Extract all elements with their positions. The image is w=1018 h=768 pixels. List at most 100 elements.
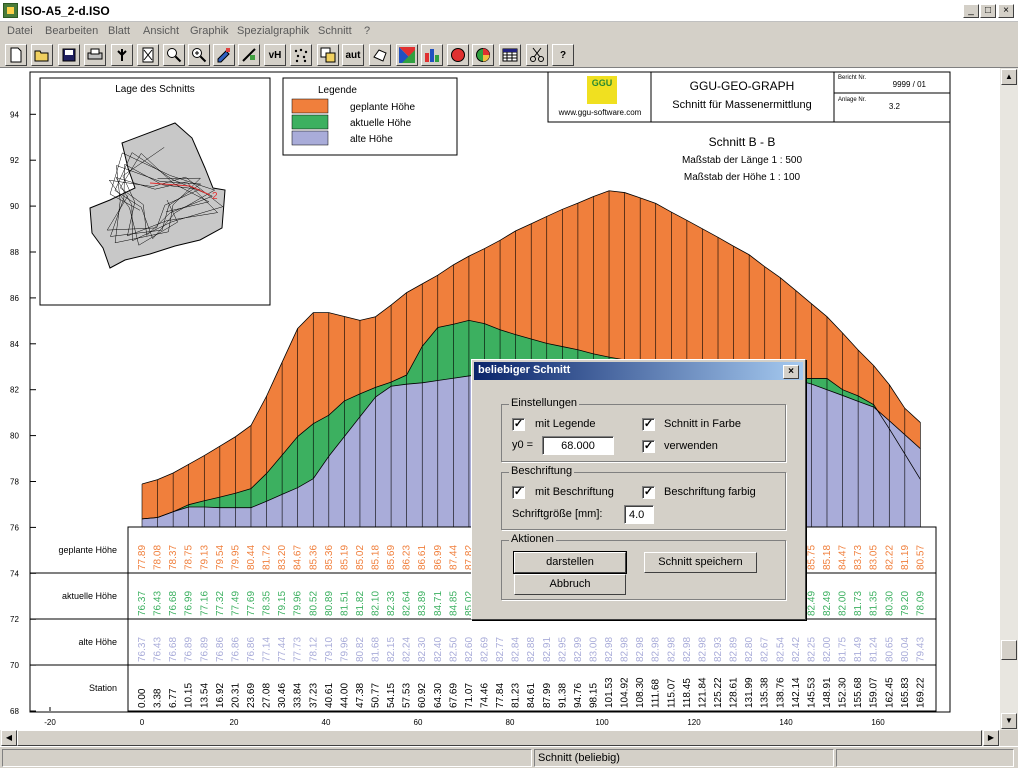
title-bar: ISO-A5_2-d.ISO _ □ × [0, 0, 1018, 22]
y0-input[interactable] [542, 436, 614, 455]
table-cell: 23.69 [246, 683, 257, 708]
x-tick-label: 140 [779, 718, 793, 727]
table-cell: 16.92 [215, 683, 226, 708]
abbruch-button[interactable]: Abbruch [514, 574, 626, 595]
horizontal-scrollbar[interactable]: ◀ ▶ [0, 730, 1000, 746]
table-cell: 82.64 [402, 591, 413, 616]
table-cell: 76.37 [137, 637, 148, 662]
mit-legende-checkbox[interactable]: ✓ [512, 418, 525, 431]
menu-bearbeiten[interactable]: Bearbeiten [45, 25, 98, 37]
bar-chart-button[interactable] [421, 44, 443, 66]
table-cell: 81.51 [339, 591, 350, 616]
scroll-left-arrow[interactable]: ◀ [1, 730, 17, 746]
row-label-station: Station [89, 683, 117, 693]
scroll-up-arrow[interactable]: ▲ [1001, 69, 1017, 85]
close-button[interactable]: × [998, 4, 1014, 18]
table-cell: 78.75 [184, 545, 195, 570]
verwenden-checkbox[interactable]: ✓ [642, 440, 655, 453]
table-cell: 78.09 [915, 591, 926, 616]
menu-datei[interactable]: Datei [7, 25, 33, 37]
table-cell: 91.38 [557, 683, 568, 708]
y0-label: y0 = [512, 439, 534, 451]
beschriftung-farbig-checkbox[interactable]: ✓ [642, 486, 655, 499]
table-cell: 101.53 [604, 677, 615, 708]
table-cell: 87.44 [448, 545, 459, 570]
menu-schnitt[interactable]: Schnitt [318, 25, 352, 37]
save-button[interactable] [58, 44, 80, 66]
schnitt-in-farbe-checkbox[interactable]: ✓ [642, 418, 655, 431]
table-cell: 82.00 [838, 591, 849, 616]
pen-button[interactable] [213, 44, 235, 66]
minimize-button[interactable]: _ [963, 4, 979, 18]
open-button[interactable] [31, 44, 53, 66]
dialog-close-button[interactable]: × [783, 365, 799, 379]
scroll-down-arrow[interactable]: ▼ [1001, 713, 1017, 729]
maximize-button[interactable]: □ [980, 4, 996, 18]
pie-button[interactable] [472, 44, 494, 66]
dialog-titlebar[interactable]: beliebiger Schnitt × [474, 362, 803, 380]
mit-beschriftung-checkbox[interactable]: ✓ [512, 486, 525, 499]
table-cell: 135.38 [760, 677, 771, 708]
table-cell: 79.96 [293, 591, 304, 616]
table-button[interactable] [499, 44, 521, 66]
status-panel-right [836, 749, 1014, 767]
shape-button[interactable] [369, 44, 391, 66]
aut-button[interactable]: aut [342, 44, 364, 66]
copy-button[interactable] [317, 44, 339, 66]
menu-spezialgraphik[interactable]: Spezialgraphik [237, 25, 309, 37]
table-cell: 77.32 [215, 591, 226, 616]
menu-ansicht[interactable]: Ansicht [143, 25, 179, 37]
y-tick-label: 74 [10, 569, 19, 578]
scroll-thumb-vertical[interactable] [1001, 640, 1017, 660]
menu-blatt[interactable]: Blatt [108, 25, 130, 37]
table-cell: 78.12 [308, 637, 319, 662]
table-cell: 76.89 [184, 637, 195, 662]
table-cell: 84.47 [838, 545, 849, 570]
scroll-thumb-horizontal[interactable] [17, 730, 982, 746]
dialog-title: beliebiger Schnitt [478, 364, 571, 376]
table-cell: 27.08 [262, 683, 273, 708]
table-cell: 82.98 [682, 637, 693, 662]
beliebiger-schnitt-dialog: beliebiger Schnitt × Einstellungen ✓ mit… [471, 359, 806, 620]
table-cell: 86.99 [433, 545, 444, 570]
menu-help[interactable]: ? [364, 25, 370, 37]
vh-button[interactable]: vH [264, 44, 286, 66]
zoom-in-button[interactable] [188, 44, 210, 66]
darstellen-button[interactable]: darstellen [513, 551, 627, 574]
status-text: Schnitt (beliebig) [534, 749, 834, 767]
schriftgroesse-input[interactable] [624, 505, 654, 524]
color-button[interactable] [396, 44, 418, 66]
table-cell: 84.85 [448, 591, 459, 616]
page-button[interactable] [137, 44, 159, 66]
y-tick-label: 76 [10, 523, 19, 532]
table-cell: 76.99 [184, 591, 195, 616]
legend-title: Legende [318, 85, 357, 96]
table-cell: 76.43 [153, 591, 164, 616]
help-button[interactable]: ? [552, 44, 574, 66]
scroll-right-arrow[interactable]: ▶ [983, 730, 999, 746]
circle-button[interactable] [447, 44, 469, 66]
line-icon [242, 48, 256, 62]
y-tick-label: 90 [10, 202, 19, 211]
print-button[interactable] [84, 44, 106, 66]
y-tick-label: 88 [10, 248, 19, 257]
table-cell: 80.89 [324, 591, 335, 616]
y-tick-label: 82 [10, 386, 19, 395]
settings-group: Einstellungen ✓ mit Legende ✓ Schnitt in… [501, 397, 786, 462]
table-cell: 79.43 [915, 637, 926, 662]
zoom-button[interactable] [163, 44, 185, 66]
section-title: Schnitt B - B [709, 135, 776, 149]
vertical-scrollbar[interactable]: ▲ ▼ [1000, 68, 1018, 730]
scissors-button[interactable] [526, 44, 548, 66]
info-button[interactable] [111, 44, 133, 66]
line-button[interactable] [238, 44, 260, 66]
points-button[interactable] [290, 44, 312, 66]
table-cell: 82.91 [542, 637, 553, 662]
menu-graphik[interactable]: Graphik [190, 25, 229, 37]
window-title: ISO-A5_2-d.ISO [21, 4, 110, 18]
schnitt-speichern-button[interactable]: Schnitt speichern [644, 552, 757, 573]
table-cell: 37.23 [308, 683, 319, 708]
table-cell: 64.30 [433, 683, 444, 708]
labeling-group: Beschriftung ✓ mit Beschriftung ✓ Beschr… [501, 465, 786, 530]
new-button[interactable] [5, 44, 27, 66]
